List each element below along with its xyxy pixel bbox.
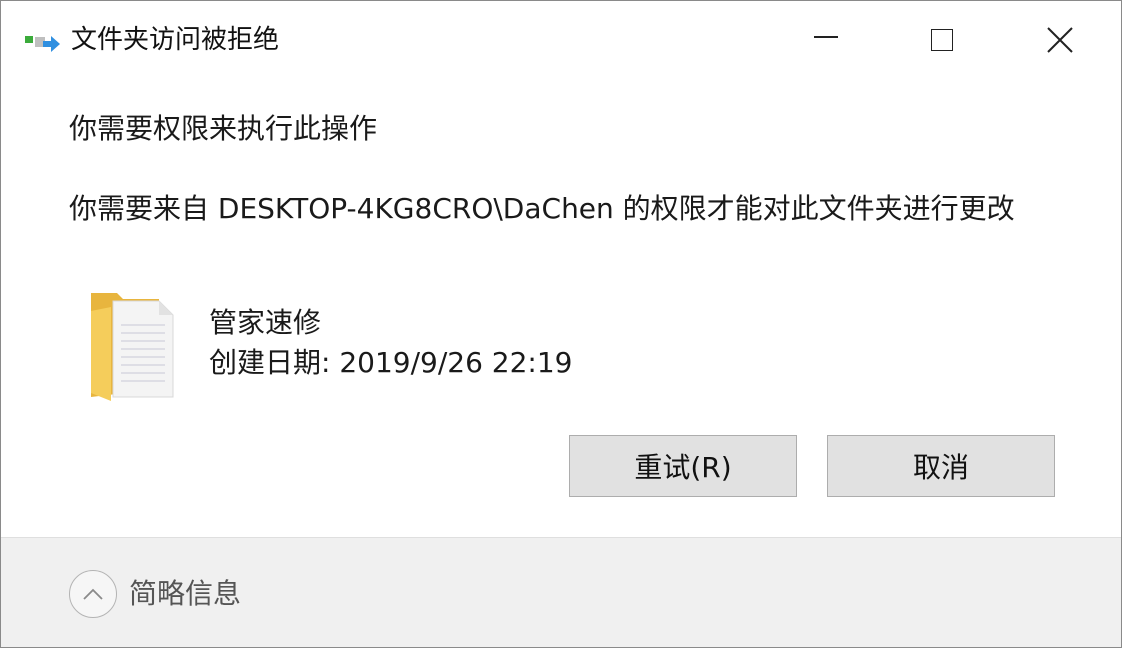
folder-icon <box>91 293 174 401</box>
title-bar[interactable]: 文件夹访问被拒绝 <box>1 1 1121 79</box>
window-title: 文件夹访问被拒绝 <box>71 25 280 55</box>
retry-button[interactable]: 重试(R) <box>569 435 797 497</box>
minimize-icon <box>814 36 838 38</box>
folder-access-arrow-icon <box>25 36 60 52</box>
cancel-button[interactable]: 取消 <box>827 435 1055 497</box>
minimize-button[interactable] <box>767 1 885 79</box>
maximize-button[interactable] <box>883 1 1001 79</box>
close-button[interactable] <box>1001 1 1119 79</box>
close-icon <box>1047 27 1073 53</box>
maximize-icon <box>931 29 953 51</box>
folder-name: 管家速修 <box>209 306 322 339</box>
dialog-heading: 你需要权限来执行此操作 <box>69 112 378 145</box>
dialog-footer: 简略信息 <box>1 537 1121 647</box>
folder-created-date: 创建日期: 2019/9/26 22:19 <box>209 346 573 379</box>
chevron-up-icon <box>83 588 103 600</box>
permission-message: 你需要来自 DESKTOP-4KG8CRO\DaChen 的权限才能对此文件夹进… <box>69 192 1015 225</box>
dialog-window: 文件夹访问被拒绝 你需要权限来执行此操作 你需要来自 DESKTOP-4KG8C… <box>0 0 1122 648</box>
details-toggle-button[interactable] <box>69 570 117 618</box>
dialog-content: 你需要权限来执行此操作 你需要来自 DESKTOP-4KG8CRO\DaChen… <box>1 79 1121 537</box>
details-toggle-label[interactable]: 简略信息 <box>129 576 241 612</box>
